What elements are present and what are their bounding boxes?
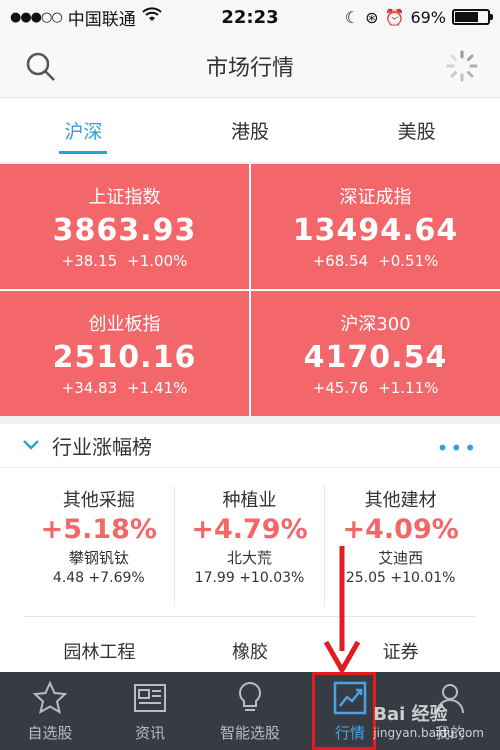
stock-pct: +10.03%	[239, 570, 305, 586]
tab-label: 资讯	[134, 723, 165, 742]
index-value: 13494.64	[292, 213, 459, 248]
watermark-brand: Bai 经验	[373, 704, 448, 725]
index-value: 2510.16	[52, 340, 197, 375]
leading-stock: 北大荒	[226, 549, 272, 567]
industry-name: 其他建材	[364, 490, 437, 511]
stock-pct: +10.01%	[390, 570, 456, 586]
tab-news[interactable]: 资讯	[100, 672, 200, 750]
page-title: 市场行情	[205, 55, 294, 81]
industry-item[interactable]: 种植业 +4.79% 北大荒 17.99 +10.03%	[175, 486, 326, 606]
loading-spinner-icon	[446, 50, 478, 82]
industry-item[interactable]: 其他采掘 +5.18% 攀钢钒钛 4.48 +7.69%	[24, 486, 175, 606]
index-name: 深证成指	[339, 187, 412, 208]
battery-percent: 69%	[410, 7, 446, 27]
divider	[24, 616, 476, 617]
highlight-box	[312, 672, 376, 750]
index-pct: +1.41%	[127, 379, 188, 397]
tab-label: 自选股	[27, 723, 73, 742]
industry-name[interactable]: 橡胶	[175, 638, 326, 664]
tab-hk[interactable]: 港股	[167, 98, 334, 162]
watermark-url: jingyan.baidu.com	[373, 726, 484, 740]
stock-price: 17.99	[194, 570, 235, 586]
stock-price: 4.48	[52, 570, 85, 586]
industry-pct: +5.18%	[40, 514, 157, 545]
star-icon	[32, 680, 68, 714]
index-pct: +1.11%	[378, 379, 439, 397]
index-card[interactable]: 沪深300 4170.54 +45.76 +1.11%	[251, 291, 500, 416]
stock-pct: +7.69%	[88, 570, 145, 586]
alarm-icon: ⏰	[384, 7, 405, 27]
index-change: +68.54	[312, 252, 369, 270]
wifi-icon	[142, 6, 162, 28]
index-name: 上证指数	[88, 187, 161, 208]
rotation-lock-icon: ⊛	[365, 7, 379, 27]
watermark: Bai 经验 jingyan.baidu.com	[373, 700, 484, 740]
section-title: 行业涨幅榜	[52, 435, 152, 459]
battery-icon	[452, 9, 493, 25]
index-pct: +0.51%	[378, 252, 439, 270]
industry-pct: +4.09%	[342, 514, 459, 545]
search-icon[interactable]	[24, 50, 58, 84]
index-value: 3863.93	[52, 213, 197, 248]
tab-watchlist[interactable]: 自选股	[0, 672, 100, 750]
industry-pct: +4.79%	[191, 514, 308, 545]
industry-name: 其他采掘	[62, 490, 135, 511]
index-change: +45.76	[312, 379, 369, 397]
carrier-label: 中国联通	[67, 9, 136, 30]
chevron-down-icon[interactable]	[22, 436, 40, 455]
index-change: +38.15	[61, 252, 118, 270]
index-card[interactable]: 深证成指 13494.64 +68.54 +0.51%	[251, 164, 500, 289]
arrow-annotation-icon	[323, 546, 361, 674]
tab-hushen[interactable]: 沪深	[0, 98, 167, 162]
news-icon	[134, 683, 166, 712]
index-value: 4170.54	[303, 340, 448, 375]
index-name: 沪深300	[340, 314, 411, 335]
tab-smart-pick[interactable]: 智能选股	[200, 672, 300, 750]
tab-label: 智能选股	[219, 723, 280, 742]
nav-bar: 市场行情	[0, 34, 500, 98]
index-card[interactable]: 上证指数 3863.93 +38.15 +1.00%	[0, 164, 249, 289]
industry-ranking-header[interactable]: 行业涨幅榜 •••	[0, 424, 500, 468]
industry-name[interactable]: 园林工程	[24, 638, 175, 664]
market-tabs: 沪深 港股 美股	[0, 98, 500, 162]
industry-list: 其他采掘 +5.18% 攀钢钒钛 4.48 +7.69% 种植业 +4.79% …	[0, 468, 500, 678]
index-name: 创业板指	[88, 314, 161, 335]
index-card[interactable]: 创业板指 2510.16 +34.83 +1.41%	[0, 291, 249, 416]
tab-us[interactable]: 美股	[333, 98, 500, 162]
leading-stock: 艾迪西	[378, 549, 424, 567]
industry-name: 种植业	[222, 490, 277, 511]
status-bar: ●●●○○ 中国联通 22:23 ☾ ⊛ ⏰ 69%	[0, 0, 500, 34]
signal-icon: ●●●○○	[10, 9, 63, 25]
leading-stock: 攀钢钒钛	[68, 549, 129, 567]
more-icon[interactable]: •••	[437, 436, 478, 460]
moon-icon: ☾	[344, 7, 360, 27]
status-time: 22:23	[221, 6, 279, 28]
index-pct: +1.00%	[127, 252, 188, 270]
index-grid: 上证指数 3863.93 +38.15 +1.00% 深证成指 13494.64 …	[0, 164, 500, 416]
index-change: +34.83	[61, 379, 118, 397]
bulb-icon	[239, 681, 261, 711]
